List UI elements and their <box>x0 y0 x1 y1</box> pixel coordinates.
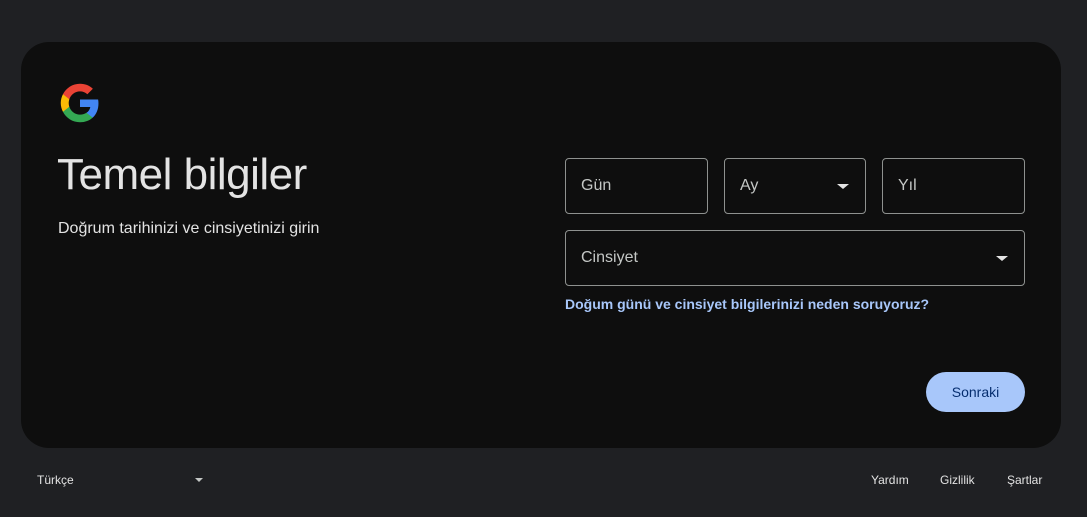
day-placeholder: Gün <box>581 177 612 194</box>
terms-link[interactable]: Şartlar <box>1007 473 1042 487</box>
month-placeholder: Ay <box>740 177 759 194</box>
signup-card: Temel bilgiler Doğrum tarihinizi ve cins… <box>21 42 1061 448</box>
month-select[interactable]: Ay <box>724 158 866 214</box>
help-link[interactable]: Yardım <box>871 473 909 487</box>
gender-placeholder: Cinsiyet <box>581 249 638 266</box>
privacy-link[interactable]: Gizlilik <box>940 473 975 487</box>
chevron-down-icon <box>195 478 203 482</box>
why-we-ask-link[interactable]: Doğum günü ve cinsiyet bilgilerinizi ned… <box>565 296 929 312</box>
chevron-down-icon <box>996 256 1008 261</box>
language-label: Türkçe <box>37 473 74 487</box>
language-selector[interactable]: Türkçe <box>28 465 208 495</box>
next-button[interactable]: Sonraki <box>926 372 1025 412</box>
google-g-logo-icon <box>60 83 99 123</box>
page-subtitle: Doğrum tarihinizi ve cinsiyetinizi girin <box>58 220 320 237</box>
year-input[interactable]: Yıl <box>882 158 1025 214</box>
year-placeholder: Yıl <box>898 177 917 194</box>
page-title: Temel bilgiler <box>57 150 307 199</box>
gender-select[interactable]: Cinsiyet <box>565 230 1025 286</box>
day-input[interactable]: Gün <box>565 158 708 214</box>
chevron-down-icon <box>837 184 849 189</box>
